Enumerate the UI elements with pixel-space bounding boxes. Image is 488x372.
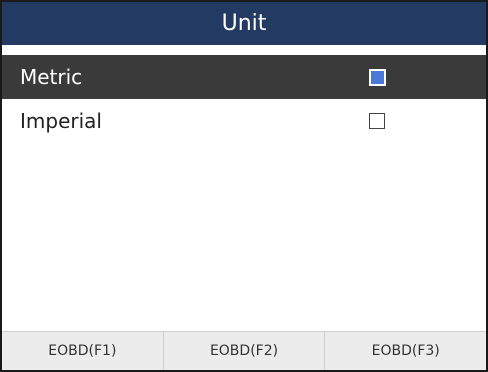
footer-button-bar: EOBD(F1) EOBD(F2) EOBD(F3)	[2, 331, 487, 370]
unit-option-imperial[interactable]: Imperial	[2, 99, 486, 143]
page-title-bar: Unit	[2, 2, 486, 45]
f3-button[interactable]: EOBD(F3)	[325, 332, 487, 370]
unit-screen: Unit Metric Imperial EOBD(F1) EOBD(F2) E…	[0, 0, 488, 372]
unit-list: Metric Imperial	[2, 55, 486, 143]
page-title: Unit	[221, 11, 267, 36]
unit-option-metric[interactable]: Metric	[2, 55, 486, 99]
unit-option-label: Imperial	[20, 109, 102, 133]
imperial-checkbox[interactable]	[369, 113, 385, 129]
metric-checkbox[interactable]	[369, 69, 386, 86]
f1-button[interactable]: EOBD(F1)	[2, 332, 164, 370]
unit-option-label: Metric	[20, 65, 83, 89]
f2-button[interactable]: EOBD(F2)	[163, 332, 326, 370]
